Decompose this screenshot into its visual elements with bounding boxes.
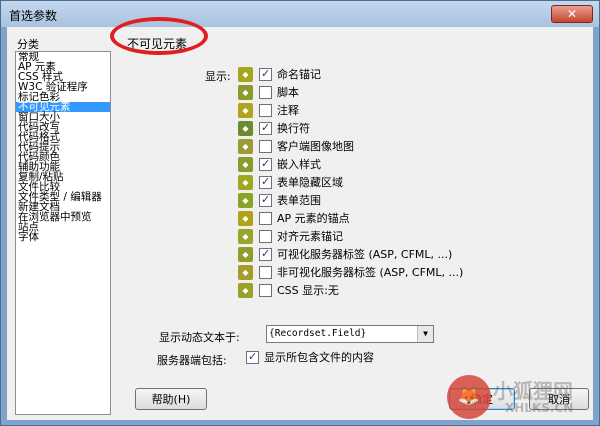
comment-icon: ◆ [238,102,253,118]
option-row[interactable]: ◆ 换行符 [238,119,310,137]
server-include-option-label: 显示所包含文件的内容 [264,351,374,364]
option-checkbox[interactable] [259,211,272,225]
option-checkbox[interactable] [259,67,272,81]
server-include-option[interactable]: 显示所包含文件的内容 [246,349,374,365]
ok-button[interactable]: 确定 [449,388,515,410]
option-checkbox[interactable] [259,175,272,189]
css-display-none-icon: ◆ [238,282,253,298]
option-label: 可视化服务器标签 (ASP, CFML, ...) [277,248,453,261]
option-label: AP 元素的锚点 [277,212,350,225]
window-title: 首选参数 [9,9,58,23]
option-checkbox[interactable] [259,85,272,99]
options-panel: 显示: 显示动态文本于: {Recordset.Field} ▼ 服务器端包括:… [113,55,585,385]
option-checkbox[interactable] [259,157,272,171]
option-checkbox[interactable] [259,103,272,117]
server-include-label: 服务器端包括: [157,354,227,367]
option-label: 表单范围 [277,194,321,207]
option-row[interactable]: ◆ AP 元素的锚点 [238,209,350,227]
option-row[interactable]: ◆ 非可视化服务器标签 (ASP, CFML, ...) [238,263,463,281]
dynamic-text-label: 显示动态文本于: [159,331,240,344]
dynamic-text-value: {Recordset.Field} [269,328,367,339]
option-label: 客户端图像地图 [277,140,354,153]
option-checkbox[interactable] [259,247,272,261]
show-label: 显示: [205,70,231,83]
option-label: 表单隐藏区域 [277,176,343,189]
embedded-style-icon: ◆ [238,156,253,172]
option-label: 对齐元素锚记 [277,230,343,243]
option-row[interactable]: ◆ 脚本 [238,83,299,101]
visual-server-tag-icon: ◆ [238,246,253,262]
option-label: CSS 显示:无 [277,284,339,297]
close-button[interactable]: ✕ [551,5,593,23]
category-list[interactable]: 常规 AP 元素 CSS 样式 W3C 验证程序 标记色彩 不可见元素 窗口大小 代码改写 代码… [15,51,111,415]
option-checkbox[interactable] [259,265,272,279]
hidden-field-icon: ◆ [238,174,253,190]
option-label: 命名锚记 [277,68,321,81]
option-checkbox[interactable] [259,121,272,135]
option-label: 嵌入样式 [277,158,321,171]
category-item[interactable]: 字体 [16,232,110,243]
option-row[interactable]: ◆ 命名锚记 [238,65,321,83]
preferences-dialog: 首选参数 ✕ 分类 常规 AP 元素 CSS 样式 W3C 验证程序 标记色彩 不可见元素… [0,0,600,426]
image-map-icon: ◆ [238,138,253,154]
category-label: 分类 [17,38,39,51]
server-include-checkbox[interactable] [246,350,259,364]
option-checkbox[interactable] [259,229,272,243]
option-row[interactable]: ◆ 可视化服务器标签 (ASP, CFML, ...) [238,245,452,263]
title-bar: 首选参数 ✕ [1,1,599,27]
help-button[interactable]: 帮助(H) [135,388,207,410]
nonvisual-server-tag-icon: ◆ [238,264,253,280]
option-checkbox[interactable] [259,193,272,207]
option-label: 注释 [277,104,299,117]
option-label: 脚本 [277,86,299,99]
ap-anchor-icon: ◆ [238,210,253,226]
align-anchor-icon: ◆ [238,228,253,244]
chevron-down-icon[interactable]: ▼ [417,326,433,342]
option-label: 换行符 [277,122,310,135]
anchor-icon: ◆ [238,66,253,82]
cancel-button[interactable]: 取消 [529,388,589,410]
option-row[interactable]: ◆ CSS 显示:无 [238,281,339,299]
dialog-client-area: 分类 常规 AP 元素 CSS 样式 W3C 验证程序 标记色彩 不可见元素 窗口大小 代码改… [7,17,593,420]
option-checkbox[interactable] [259,283,272,297]
form-scope-icon: ◆ [238,192,253,208]
option-label: 非可视化服务器标签 (ASP, CFML, ...) [277,266,464,279]
option-row[interactable]: ◆ 对齐元素锚记 [238,227,343,245]
highlight-ellipse [110,17,208,55]
dynamic-text-select[interactable]: {Recordset.Field} ▼ [266,325,434,343]
option-row[interactable]: ◆ 客户端图像地图 [238,137,354,155]
option-checkbox[interactable] [259,139,272,153]
line-break-icon: ◆ [238,120,253,136]
option-row[interactable]: ◆ 表单隐藏区域 [238,173,343,191]
option-row[interactable]: ◆ 表单范围 [238,191,321,209]
option-row[interactable]: ◆ 嵌入样式 [238,155,321,173]
script-icon: ◆ [238,84,253,100]
option-row[interactable]: ◆ 注释 [238,101,299,119]
